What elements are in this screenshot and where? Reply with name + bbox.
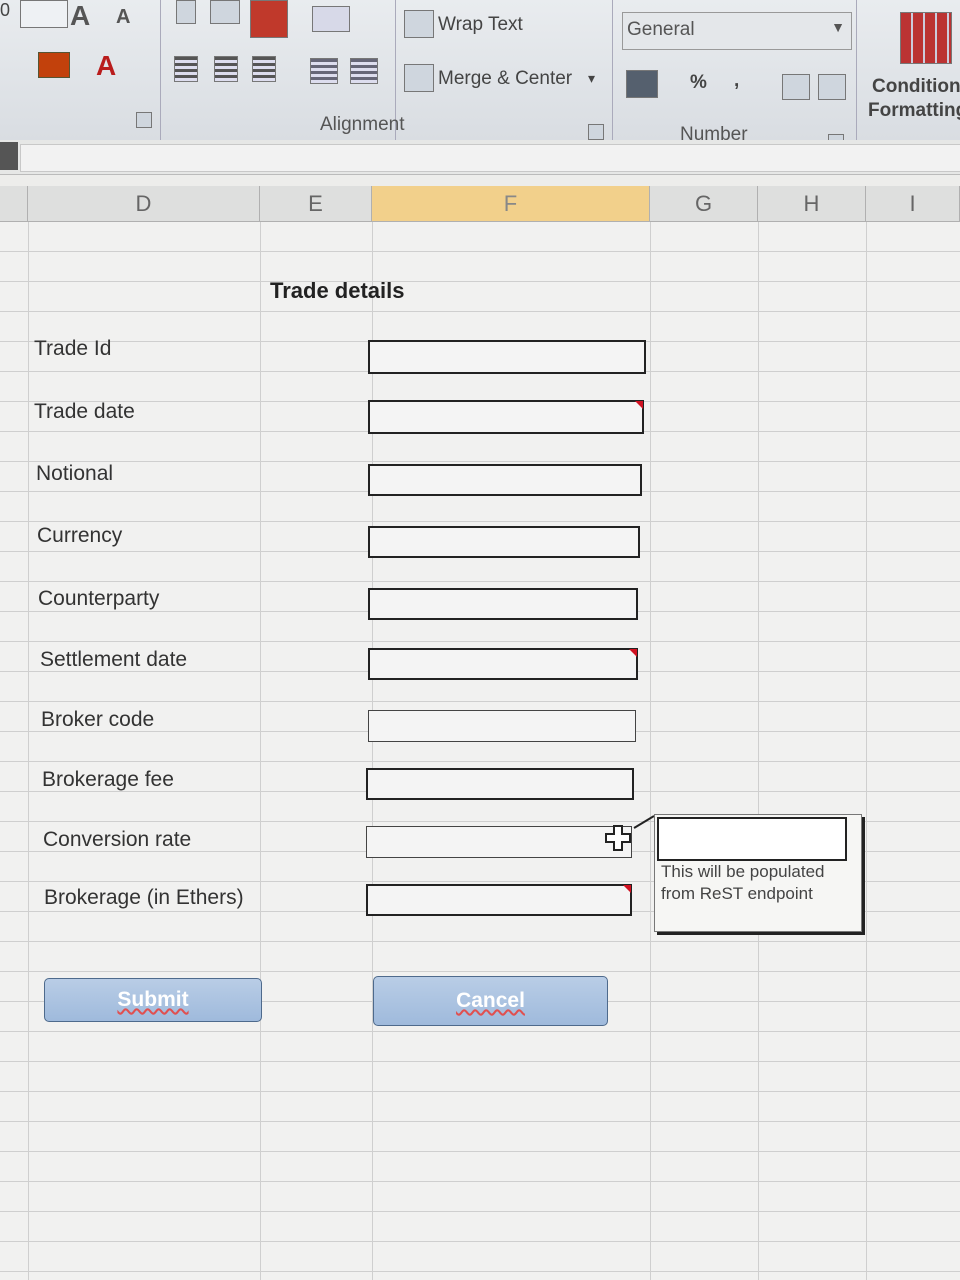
font-shrink-icon[interactable]: A bbox=[116, 6, 130, 29]
brokerage-fee-field[interactable] bbox=[366, 768, 634, 800]
submit-button[interactable]: Submit bbox=[44, 978, 262, 1022]
font-grow-icon[interactable]: A bbox=[70, 0, 90, 32]
cancel-button[interactable]: Cancel bbox=[373, 976, 608, 1026]
brokerage-ethers-field[interactable] bbox=[366, 884, 632, 916]
accounting-format-icon[interactable] bbox=[626, 70, 658, 98]
settlement-date-field[interactable] bbox=[368, 648, 638, 680]
align-center-icon[interactable] bbox=[214, 56, 238, 82]
merge-center-icon[interactable] bbox=[404, 64, 434, 92]
column-header-d[interactable]: D bbox=[28, 186, 260, 222]
orientation-icon[interactable] bbox=[312, 6, 350, 32]
broker-code-field[interactable] bbox=[368, 710, 636, 742]
column-header-f[interactable]: F bbox=[372, 186, 650, 222]
gridline bbox=[866, 222, 867, 1280]
align-right-icon[interactable] bbox=[252, 56, 276, 82]
notional-label: Notional bbox=[36, 462, 114, 485]
gridline bbox=[372, 222, 373, 1280]
comma-icon[interactable]: , bbox=[734, 70, 739, 92]
ribbon-separator bbox=[160, 0, 161, 150]
font-color-icon[interactable]: A bbox=[96, 50, 116, 82]
column-header-i[interactable]: I bbox=[866, 186, 960, 222]
cell-ref-fragment: 0 bbox=[0, 0, 11, 20]
trade-date-field[interactable] bbox=[368, 400, 644, 434]
column-header-corner[interactable] bbox=[0, 186, 28, 222]
redacted-author bbox=[657, 817, 847, 861]
conditional-formatting-icon[interactable] bbox=[900, 12, 952, 64]
selected-format-icon[interactable] bbox=[250, 0, 288, 38]
currency-label: Currency bbox=[37, 524, 123, 547]
align-left-icon[interactable] bbox=[174, 56, 198, 82]
trade-date-label: Trade date bbox=[34, 400, 135, 423]
ribbon-separator bbox=[612, 0, 613, 150]
merge-dropdown-icon[interactable]: ▾ bbox=[588, 70, 595, 87]
conversion-rate-field[interactable] bbox=[366, 826, 632, 858]
brokerage-ethers-label: Brokerage (in Ethers) bbox=[44, 886, 244, 909]
gridline bbox=[650, 222, 651, 1280]
column-header-g[interactable]: G bbox=[650, 186, 758, 222]
wrap-text-icon[interactable] bbox=[404, 10, 434, 38]
comment-indicator bbox=[623, 885, 631, 893]
ribbon: 0 A A A Wrap Text Merge & Center ▾ Align… bbox=[0, 0, 960, 150]
form-title: Trade details bbox=[270, 278, 405, 303]
currency-field[interactable] bbox=[368, 526, 640, 558]
align-middle-icon[interactable] bbox=[210, 0, 240, 24]
cell-comment[interactable]: This will be populated from ReST endpoin… bbox=[654, 814, 862, 932]
cell-cursor-icon bbox=[605, 825, 631, 851]
number-format-value: General bbox=[627, 19, 695, 40]
trade-id-field[interactable] bbox=[368, 340, 646, 374]
fill-color-icon[interactable] bbox=[38, 52, 70, 78]
increase-indent-icon[interactable] bbox=[350, 58, 378, 84]
conditional-formatting-label-2[interactable]: Formatting bbox=[868, 100, 960, 122]
counterparty-field[interactable] bbox=[368, 588, 638, 620]
column-header-h[interactable]: H bbox=[758, 186, 866, 222]
conditional-formatting-label-1[interactable]: Condition bbox=[872, 76, 960, 98]
column-header-e[interactable]: E bbox=[260, 186, 372, 222]
alignment-dialog-launcher-icon[interactable] bbox=[588, 124, 604, 140]
notional-field[interactable] bbox=[368, 464, 642, 496]
trade-id-label: Trade Id bbox=[34, 337, 112, 360]
chevron-down-icon: ▼ bbox=[831, 19, 845, 35]
comment-arrow-icon bbox=[633, 815, 655, 829]
merge-center-button[interactable]: Merge & Center bbox=[438, 68, 572, 90]
alignment-group-label: Alignment bbox=[320, 114, 405, 135]
brokerage-fee-label: Brokerage fee bbox=[42, 768, 174, 791]
settlement-date-label: Settlement date bbox=[40, 648, 188, 671]
counterparty-label: Counterparty bbox=[38, 587, 160, 610]
comment-text: This will be populated from ReST endpoin… bbox=[661, 862, 825, 903]
gridline bbox=[758, 222, 759, 1280]
worksheet-grid[interactable] bbox=[0, 222, 960, 1280]
name-box[interactable] bbox=[0, 142, 18, 170]
conversion-rate-label: Conversion rate bbox=[43, 828, 192, 851]
wrap-text-button[interactable]: Wrap Text bbox=[438, 14, 523, 36]
percent-icon[interactable]: % bbox=[690, 72, 707, 94]
decrease-decimal-icon[interactable] bbox=[818, 74, 846, 100]
formula-input[interactable] bbox=[20, 144, 960, 172]
comment-indicator bbox=[635, 401, 643, 409]
gridline bbox=[260, 222, 261, 1280]
font-size-dropdown-icon[interactable] bbox=[20, 0, 68, 28]
increase-decimal-icon[interactable] bbox=[782, 74, 810, 100]
ribbon-separator bbox=[856, 0, 857, 150]
comment-indicator bbox=[629, 649, 637, 657]
number-format-dropdown[interactable]: General ▼ bbox=[622, 12, 852, 50]
align-top-icon[interactable] bbox=[176, 0, 196, 24]
gridline bbox=[28, 222, 29, 1280]
decrease-indent-icon[interactable] bbox=[310, 58, 338, 84]
broker-code-label: Broker code bbox=[41, 708, 155, 731]
dialog-launcher-icon[interactable] bbox=[136, 112, 152, 128]
